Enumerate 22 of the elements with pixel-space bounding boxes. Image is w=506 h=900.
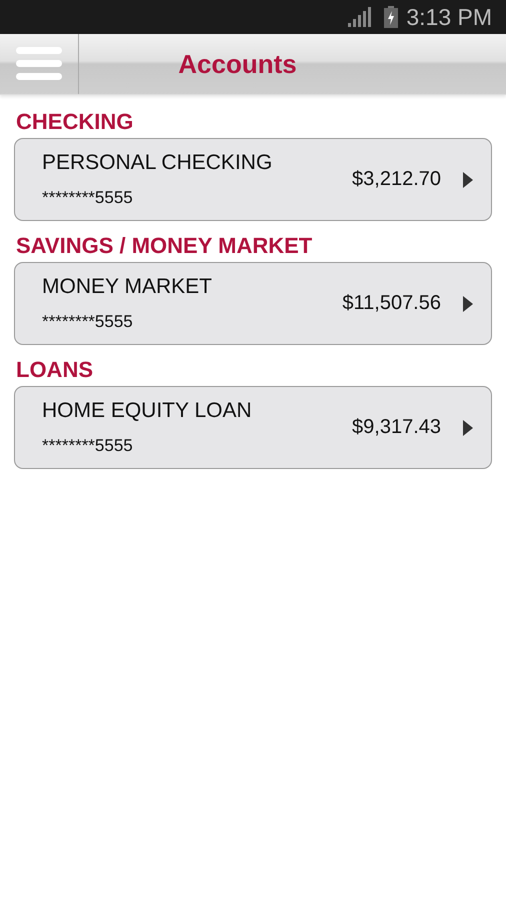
screen-title: Accounts — [178, 48, 297, 80]
chevron-right-icon — [463, 172, 473, 188]
account-card[interactable]: HOME EQUITY LOAN ********5555 $9,317.43 — [14, 386, 492, 469]
account-name: PERSONAL CHECKING — [42, 151, 274, 175]
menu-icon — [16, 47, 62, 81]
account-number: ********5555 — [42, 436, 134, 456]
account-balance: $3,212.70 — [352, 168, 441, 191]
battery-icon — [384, 6, 398, 28]
section-heading: CHECKING — [16, 109, 134, 135]
account-name: HOME EQUITY LOAN — [42, 399, 253, 423]
status-time: 3:13 PM — [406, 4, 492, 30]
account-card[interactable]: MONEY MARKET ********5555 $11,507.56 — [14, 262, 492, 345]
section-heading: LOANS — [16, 357, 94, 383]
account-card[interactable]: PERSONAL CHECKING ********5555 $3,212.70 — [14, 138, 492, 221]
account-balance: $11,507.56 — [342, 292, 441, 315]
chevron-right-icon — [463, 420, 473, 436]
account-balance: $9,317.43 — [352, 416, 441, 439]
account-number: ********5555 — [42, 312, 134, 332]
section-heading: SAVINGS / MONEY MARKET — [16, 233, 314, 259]
account-number: ********5555 — [42, 188, 134, 208]
account-name: MONEY MARKET — [42, 275, 213, 299]
chevron-right-icon — [463, 296, 473, 312]
